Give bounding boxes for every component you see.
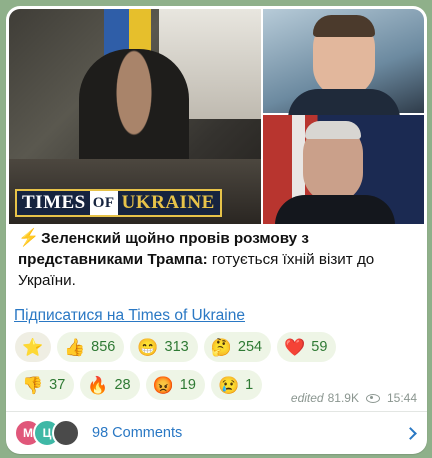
post-text: ⚡ Зеленский щойно провів розмову з предст… xyxy=(18,228,375,289)
reaction-emoji-icon: 🔥 xyxy=(87,375,109,395)
reaction-count: 313 xyxy=(164,339,189,355)
reaction-emoji-icon: 👍 xyxy=(64,337,86,357)
reaction-button[interactable]: 👎 37 xyxy=(15,370,75,400)
reaction-count: 37 xyxy=(49,377,66,393)
reaction-emoji-icon: 😢 xyxy=(217,375,240,395)
reaction-count: 856 xyxy=(91,339,116,355)
edited-label: edited xyxy=(290,391,324,405)
reaction-button[interactable]: ⭐ xyxy=(15,332,51,362)
reaction-emoji-icon: ⭐ xyxy=(22,337,44,357)
comments-label: 98 Comments xyxy=(92,425,183,441)
reaction-button[interactable]: 😢 1 xyxy=(210,370,263,400)
reaction-button[interactable]: 🤔 254 xyxy=(203,332,272,362)
photo-kushner xyxy=(263,9,424,119)
reaction-button[interactable]: 😁 313 xyxy=(130,332,198,362)
avatar xyxy=(52,419,80,447)
reaction-emoji-icon: 👎 xyxy=(22,375,44,395)
lightning-icon: ⚡ xyxy=(18,228,40,247)
reaction-button[interactable]: ❤️ 59 xyxy=(277,332,337,362)
reaction-emoji-icon: 😁 xyxy=(137,337,159,357)
reaction-button[interactable]: 👍 856 xyxy=(57,332,125,362)
brand-logo: TIMES OF UKRAINE xyxy=(15,189,222,217)
message-bubble: TIMES OF UKRAINE ⚡ Зеленский щойно провів… xyxy=(6,6,427,454)
post-media[interactable]: TIMES OF UKRAINE xyxy=(9,9,424,224)
reaction-count: 59 xyxy=(311,339,328,355)
views-count: 81.9K xyxy=(327,391,359,405)
reaction-count: 1 xyxy=(245,377,254,393)
message-time: 15:44 xyxy=(386,391,417,405)
eye-icon xyxy=(365,393,380,403)
reaction-count: 254 xyxy=(237,339,263,355)
reaction-count: 28 xyxy=(114,377,131,393)
photo-witkoff xyxy=(263,115,424,224)
chevron-right-icon xyxy=(404,426,417,440)
comments-button[interactable]: М Ц 98 Comments xyxy=(14,416,419,450)
reaction-emoji-icon: 🤔 xyxy=(210,337,232,357)
reaction-count: 19 xyxy=(179,377,196,393)
divider xyxy=(6,411,427,412)
message-meta: edited 81.9K 15:44 xyxy=(291,391,417,405)
reaction-button[interactable]: 😡 19 xyxy=(145,370,205,400)
reaction-button[interactable]: 🔥 28 xyxy=(80,370,140,400)
subscribe-link[interactable]: Підписатися на Times of Ukraine xyxy=(14,307,245,325)
reaction-emoji-icon: 😡 xyxy=(152,375,174,395)
reaction-emoji-icon: ❤️ xyxy=(284,337,306,357)
